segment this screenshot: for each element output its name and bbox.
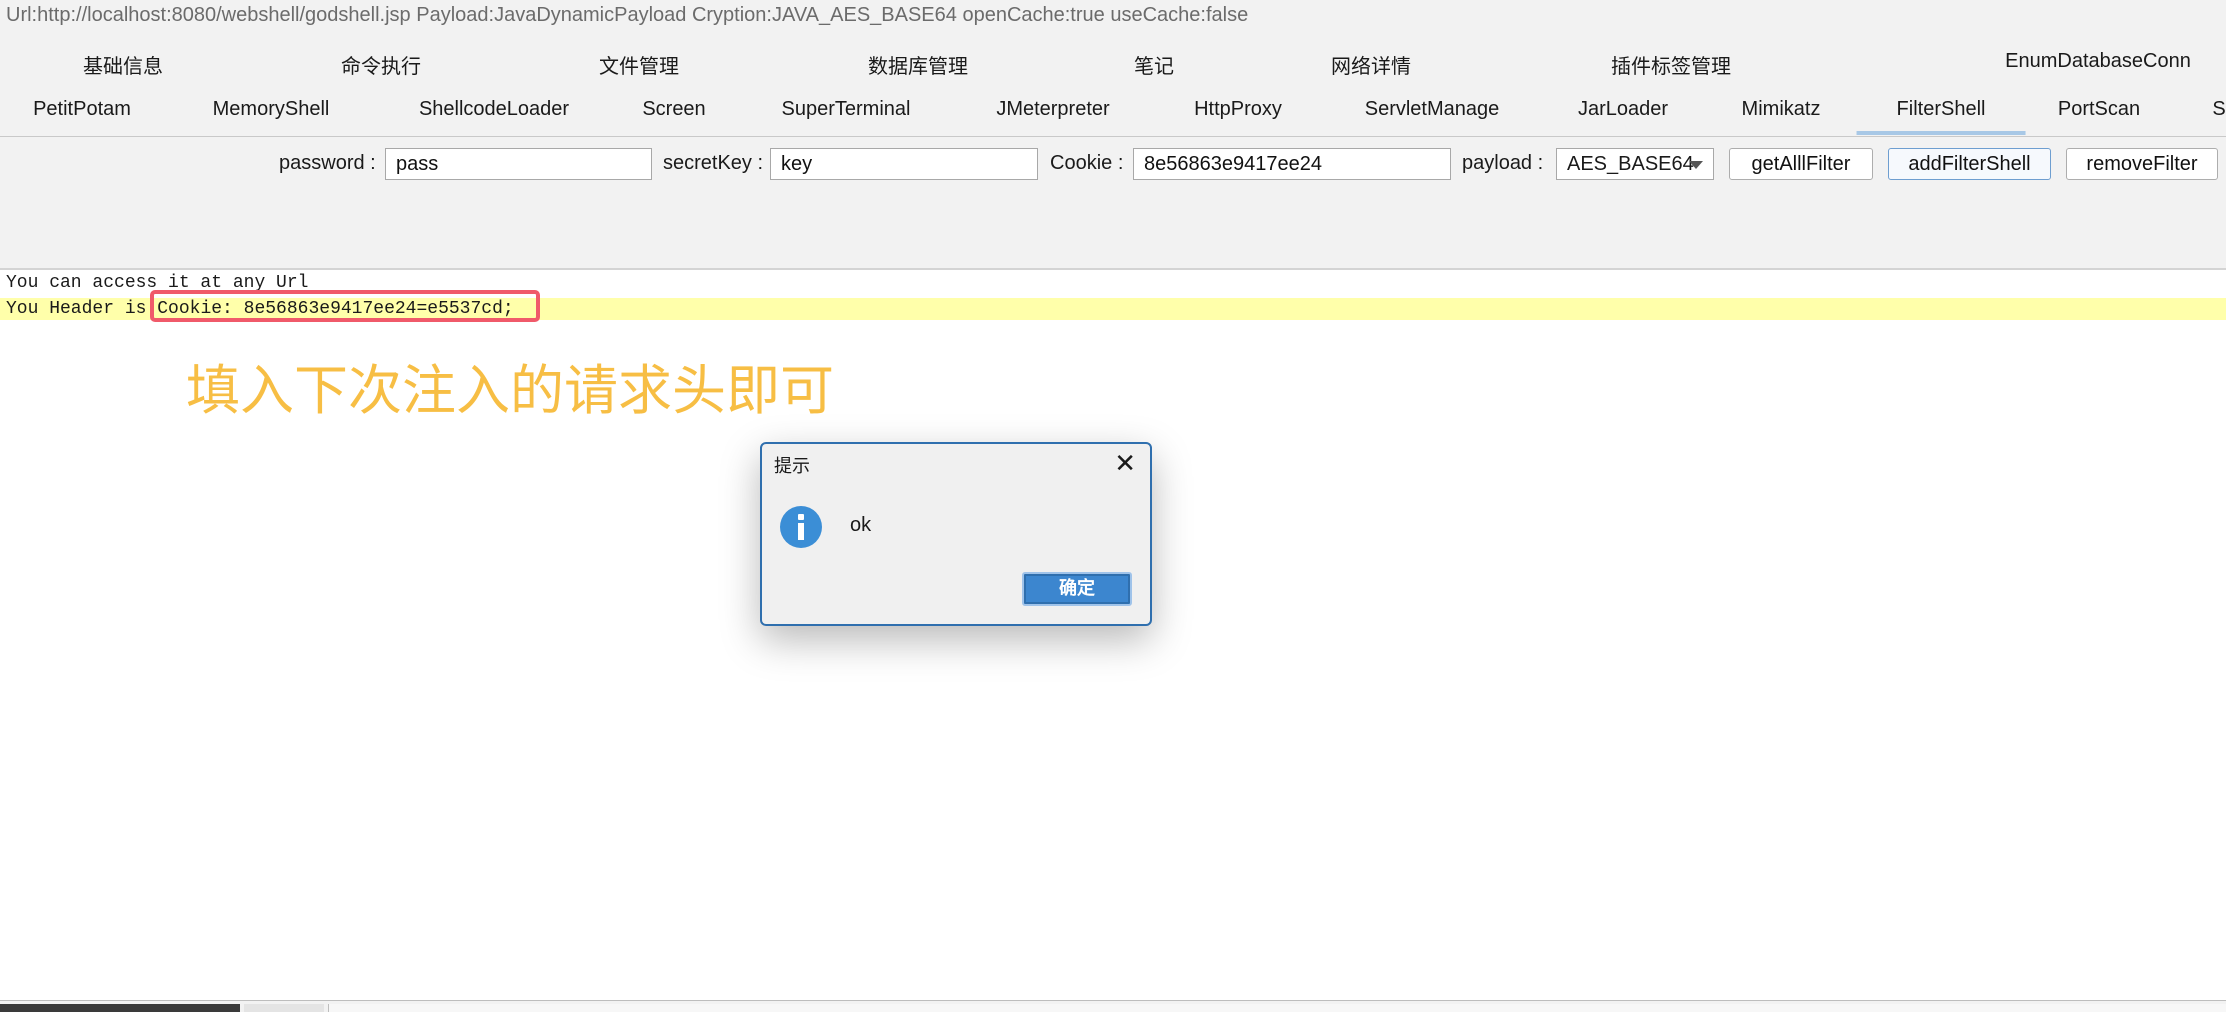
toolbar-area: Url:http://localhost:8080/webshell/godsh… — [0, 0, 2226, 268]
connection-info: Url:http://localhost:8080/webshell/godsh… — [6, 4, 1249, 26]
tab-enum-database-conn[interactable]: EnumDatabaseConn — [2005, 50, 2191, 73]
get-all-filter-button[interactable]: getAlllFilter — [1729, 148, 1873, 180]
output-line-2-prefix: You Header is — [6, 299, 158, 319]
tab-portscan[interactable]: PortScan — [2058, 98, 2140, 121]
tab-truncated[interactable]: S — [2212, 98, 2225, 121]
tab-notes[interactable]: 笔记 — [1134, 50, 1174, 79]
tab-bar-primary: 基础信息 命令执行 文件管理 数据库管理 笔记 网络详情 插件标签管理 Enum… — [0, 50, 2226, 82]
tab-jarloader[interactable]: JarLoader — [1578, 98, 1668, 121]
tab-database-manager[interactable]: 数据库管理 — [868, 50, 968, 79]
info-icon — [780, 506, 822, 548]
tab-mimikatz[interactable]: Mimikatz — [1742, 98, 1821, 121]
secretkey-input[interactable] — [770, 148, 1038, 180]
tab-command-exec[interactable]: 命令执行 — [341, 50, 421, 79]
remove-filter-button[interactable]: removeFilter — [2066, 148, 2218, 180]
ok-button[interactable]: 确定 — [1022, 572, 1132, 606]
payload-select[interactable]: AES_BASE64 — [1556, 148, 1714, 180]
tab-plugin-tag-manager[interactable]: 插件标签管理 — [1611, 50, 1731, 79]
close-icon[interactable]: ✕ — [1114, 448, 1136, 478]
annotation-text: 填入下次注入的请求头即可 — [186, 359, 834, 422]
dialog-message: ok — [850, 514, 872, 536]
tab-jmeterpreter[interactable]: JMeterpreter — [996, 98, 1109, 121]
add-filter-shell-button[interactable]: addFilterShell — [1888, 148, 2051, 180]
tab-network-details[interactable]: 网络详情 — [1331, 50, 1411, 79]
chevron-down-icon — [1689, 161, 1703, 169]
tab-bar-plugins: PetitPotam MemoryShell ShellcodeLoader S… — [0, 98, 2226, 138]
message-dialog: 提示 ✕ ok 确定 — [760, 442, 1152, 626]
secretkey-label: secretKey : — [663, 152, 764, 174]
tab-basic-info[interactable]: 基础信息 — [83, 50, 163, 79]
tab-petitpotam[interactable]: PetitPotam — [33, 98, 131, 121]
tab-filtershell[interactable]: FilterShell — [1856, 98, 2026, 135]
tab-file-manager[interactable]: 文件管理 — [599, 50, 679, 79]
payload-label: payload : — [1462, 152, 1544, 174]
tab-screen[interactable]: Screen — [642, 98, 705, 121]
status-bar — [0, 1000, 2226, 1012]
password-label: password : — [279, 152, 376, 174]
payload-select-value: AES_BASE64 — [1567, 153, 1694, 175]
cookie-input[interactable] — [1133, 148, 1451, 180]
highlight-box — [150, 290, 540, 322]
dialog-title: 提示 — [774, 456, 810, 476]
panel-divider — [0, 268, 2226, 270]
password-input[interactable] — [385, 148, 652, 180]
tab-divider — [0, 136, 2226, 137]
tab-httpproxy[interactable]: HttpProxy — [1194, 98, 1282, 121]
tab-servletmanage[interactable]: ServletManage — [1365, 98, 1500, 121]
tab-memoryshell[interactable]: MemoryShell — [213, 98, 330, 121]
cookie-label: Cookie : — [1050, 152, 1124, 174]
tab-superterminal[interactable]: SuperTerminal — [782, 98, 911, 121]
tab-shellcodeloader[interactable]: ShellcodeLoader — [419, 98, 569, 121]
